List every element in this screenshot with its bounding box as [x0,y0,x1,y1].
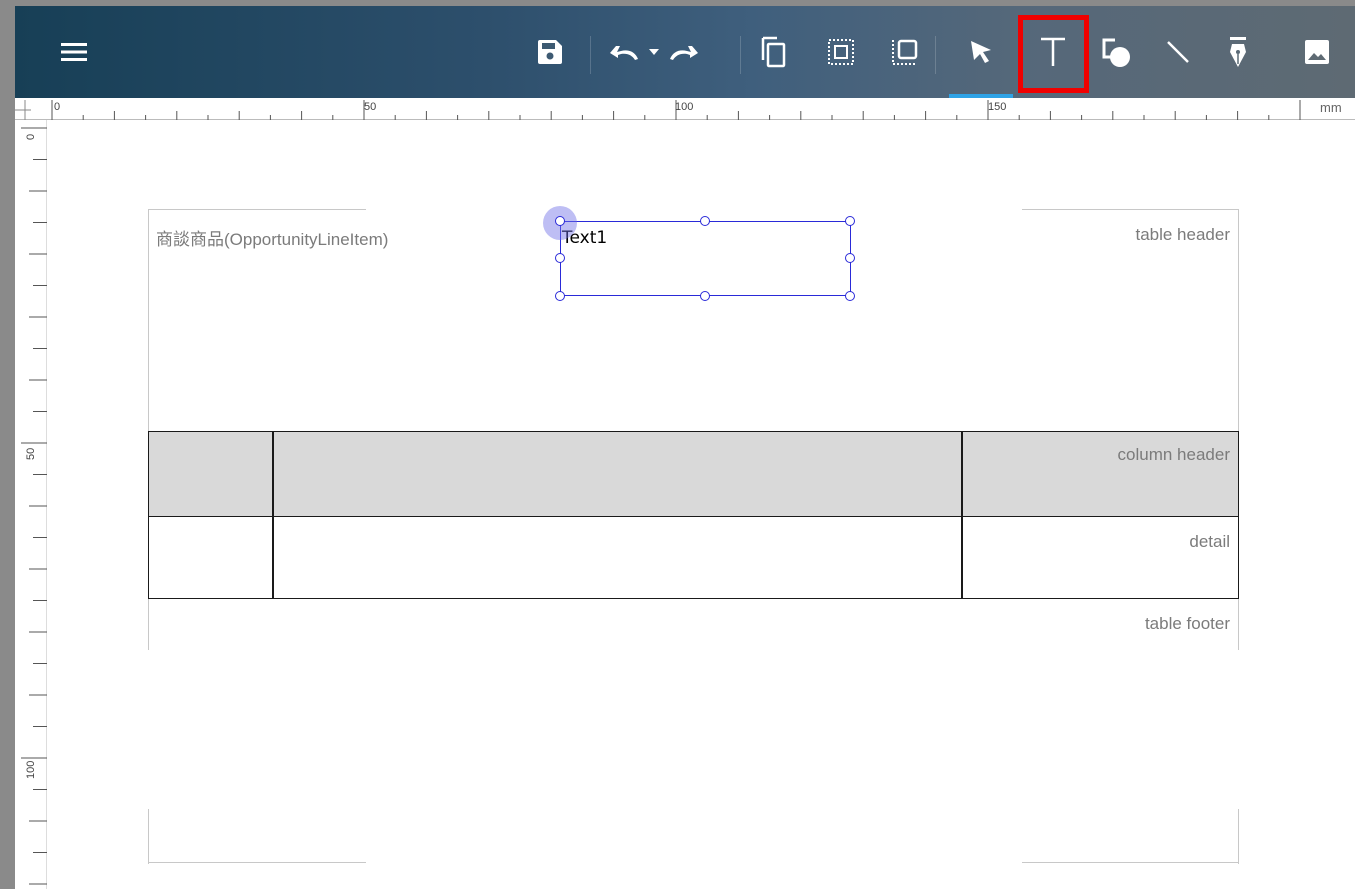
ruler-label: 100 [25,760,37,779]
table-title: 商談商品(OpportunityLineItem) [156,230,389,249]
ruler-label: 50 [364,101,377,113]
detail-label: detail [1189,532,1230,551]
table-header-label: table header [1135,225,1230,244]
shape-icon[interactable] [1097,6,1137,98]
pointer-icon[interactable] [949,6,1013,98]
undo-icon[interactable] [607,6,643,98]
ruler-label: 0 [54,101,61,113]
resize-handle-nw[interactable] [555,216,565,226]
pen-icon[interactable] [1220,6,1256,98]
horizontal-ruler: 0 50 100 150 mm [15,98,1355,120]
band-border [1022,209,1239,210]
resize-handle-e[interactable] [845,253,855,263]
resize-handle-se[interactable] [845,291,855,301]
image-icon[interactable] [1297,6,1337,98]
vertical-ruler: 0 50 100 [15,120,47,889]
column-header-label: column header [1117,445,1230,464]
ruler-unit-label[interactable]: mm [1320,100,1342,115]
text-tool-highlight [1018,15,1089,93]
resize-handle-w[interactable] [555,253,565,263]
selected-text-element[interactable]: Text1 [560,221,851,296]
band-border [148,809,149,864]
band-border [1238,809,1239,864]
table-footer-label: table footer [1144,614,1230,633]
report-designer-app: 0 50 100 150 mm 0 50 100 商談商品(Opportunit… [15,6,1355,889]
detail-row[interactable] [148,516,1239,599]
copy-icon[interactable] [757,6,791,98]
line-icon[interactable] [1160,6,1196,98]
band-border [148,209,366,210]
redo-icon[interactable] [665,6,701,98]
toolbar-separator [935,36,936,74]
resize-handle-ne[interactable] [845,216,855,226]
caret-down-icon[interactable] [645,6,663,98]
ruler-label: 100 [675,101,694,113]
ungroup-icon[interactable] [887,6,923,98]
band-border [1022,862,1239,863]
toolbar-separator [590,36,591,74]
resize-handle-s[interactable] [700,291,710,301]
design-canvas[interactable]: 商談商品(OpportunityLineItem) table header c… [47,120,1355,889]
toolbar-separator [740,36,741,74]
band-border [148,862,366,863]
hamburger-menu-icon[interactable] [57,6,91,98]
column-header-row[interactable] [148,431,1239,517]
ruler-label: 0 [25,133,37,140]
save-icon[interactable] [533,6,567,98]
ruler-label: 50 [25,447,37,460]
toolbar [15,6,1355,98]
ruler-label: 150 [988,101,1007,113]
group-icon[interactable] [823,6,859,98]
resize-handle-sw[interactable] [555,291,565,301]
resize-handle-n[interactable] [700,216,710,226]
